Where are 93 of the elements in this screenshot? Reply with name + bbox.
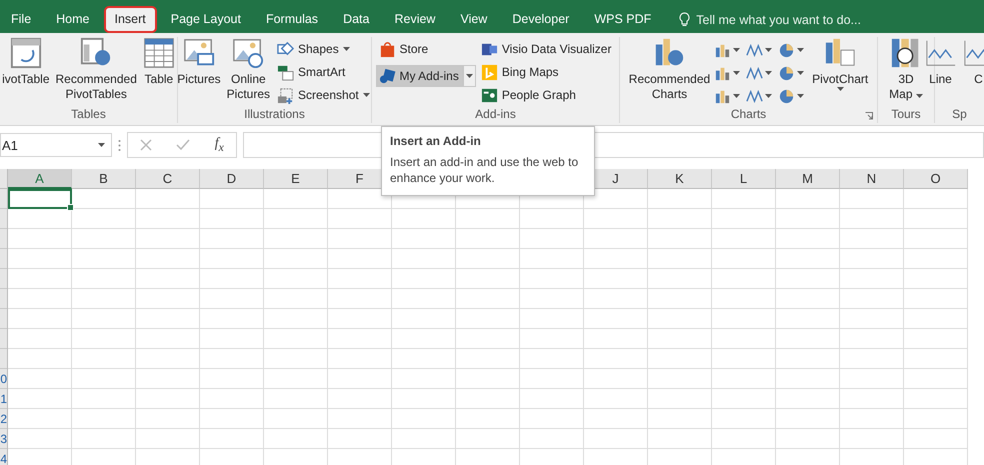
ribbon-button[interactable]: Store <box>376 38 476 60</box>
insert-function-button[interactable]: f$_{x}$ <box>214 136 224 154</box>
group-label: Illustrations <box>244 107 305 123</box>
chart-type-icon <box>778 88 796 104</box>
ribbon-tab[interactable]: WPS PDF <box>583 6 662 33</box>
ribbon-button[interactable]: Table <box>140 37 177 107</box>
screenshot-icon <box>277 86 294 104</box>
column-header[interactable]: B <box>72 169 136 189</box>
column-header[interactable]: O <box>904 169 968 189</box>
caret-icon <box>765 71 772 75</box>
row-number[interactable]: 2 <box>0 409 7 429</box>
ribbon-tab[interactable]: Home <box>45 6 100 33</box>
caret-icon <box>765 48 772 52</box>
ribbon-tab[interactable]: Insert <box>104 6 157 33</box>
dropdown-button[interactable] <box>462 65 476 87</box>
pivot-table-icon <box>10 37 42 69</box>
caret-icon <box>836 87 844 91</box>
table-icon <box>142 37 175 69</box>
caret-icon <box>733 71 740 75</box>
caret-icon <box>466 74 473 78</box>
column-header[interactable]: A <box>8 169 72 189</box>
column-header[interactable]: N <box>840 169 904 189</box>
row-number[interactable]: 0 <box>0 369 7 389</box>
dialog-launcher-icon[interactable] <box>865 112 873 120</box>
grip-icon <box>118 138 121 152</box>
ribbon-button[interactable]: Line <box>922 37 958 107</box>
ribbon-button[interactable]: SmartArt <box>274 61 374 83</box>
group-label: Charts <box>730 107 766 123</box>
cancel-icon[interactable] <box>140 139 152 151</box>
column-header[interactable]: M <box>776 169 840 189</box>
diagram-icon <box>277 64 294 80</box>
ribbon-tab[interactable]: Formulas <box>254 6 330 33</box>
column-header[interactable]: L <box>712 169 776 189</box>
caret-icon <box>342 47 350 51</box>
chart-type-icon <box>746 88 764 104</box>
column-header[interactable]: C <box>136 169 200 189</box>
ribbon-button[interactable]: Recommended PivotTables <box>54 37 139 107</box>
ribbon-button[interactable]: C <box>960 37 984 107</box>
fill-handle[interactable] <box>67 204 74 211</box>
group-label: Sp <box>952 107 967 123</box>
picture-globe-icon <box>232 37 264 69</box>
ribbon-button[interactable]: Recommended Charts <box>626 37 712 107</box>
ribbon-button[interactable]: My Add-ins <box>376 65 463 87</box>
ribbon-button[interactable]: Online Pictures <box>224 37 272 107</box>
caret-icon <box>733 94 740 98</box>
caret-icon <box>765 94 772 98</box>
column-header[interactable]: E <box>264 169 328 189</box>
tell-me-field[interactable]: Tell me what you want to do... <box>696 12 861 26</box>
ribbon-tab[interactable]: Review <box>383 6 446 33</box>
caret-icon <box>797 48 804 52</box>
caret-icon <box>916 94 923 98</box>
shapes-icon <box>277 40 294 58</box>
group-label: Add-ins <box>475 107 516 123</box>
caret-icon <box>98 143 105 147</box>
caret-icon <box>733 48 740 52</box>
caret-icon <box>797 94 804 98</box>
ribbon-tab[interactable]: File <box>0 6 42 33</box>
ribbon-tab[interactable]: View <box>449 6 498 33</box>
tooltip-text: Insert an add-in and use the web to enhance your work. <box>390 154 580 186</box>
caret-icon <box>362 93 370 97</box>
group-label: Tours <box>891 107 921 123</box>
column-header[interactable]: D <box>200 169 264 189</box>
active-cell[interactable] <box>8 189 72 209</box>
shopping-bag-icon <box>378 40 396 58</box>
chart-type-icon <box>746 64 764 82</box>
caret-icon <box>797 71 804 75</box>
lightbulb-icon <box>679 12 690 27</box>
ribbon-button[interactable]: Bing Maps <box>478 61 616 83</box>
ribbon-button[interactable]: ivotTable <box>0 37 52 107</box>
group-label: Tables <box>71 107 106 123</box>
name-box[interactable]: A1 <box>0 133 112 157</box>
chart-type-icon <box>778 64 796 82</box>
ribbon-button[interactable]: Visio Data Visualizer <box>478 38 616 60</box>
ribbon-tab[interactable]: Page Layout <box>160 6 252 33</box>
ribbon-button[interactable]: 3D Map <box>887 37 925 107</box>
row-number[interactable]: 4 <box>0 449 7 465</box>
ribbon-tab[interactable]: Developer <box>501 6 580 33</box>
ribbon-button[interactable]: PivotChart <box>810 37 870 107</box>
cell-grid[interactable] <box>8 189 968 465</box>
check-icon[interactable] <box>176 139 190 151</box>
chart-type-icon <box>746 42 764 58</box>
ribbon-button[interactable]: People Graph <box>478 84 616 106</box>
row-number[interactable]: 1 <box>0 389 7 409</box>
map-icon <box>480 64 498 80</box>
ribbon-tab[interactable]: Data <box>332 6 380 33</box>
row-number[interactable]: 3 <box>0 429 7 449</box>
column-header[interactable]: K <box>648 169 712 189</box>
chart-type-icon <box>778 42 796 58</box>
ribbon-button[interactable]: Shapes <box>274 38 374 60</box>
ribbon-button[interactable]: Pictures <box>175 37 223 107</box>
people-chart-icon <box>480 86 498 104</box>
tooltip-title: Insert an Add-in <box>390 134 482 148</box>
ribbon-button[interactable]: Screenshot <box>274 84 374 106</box>
